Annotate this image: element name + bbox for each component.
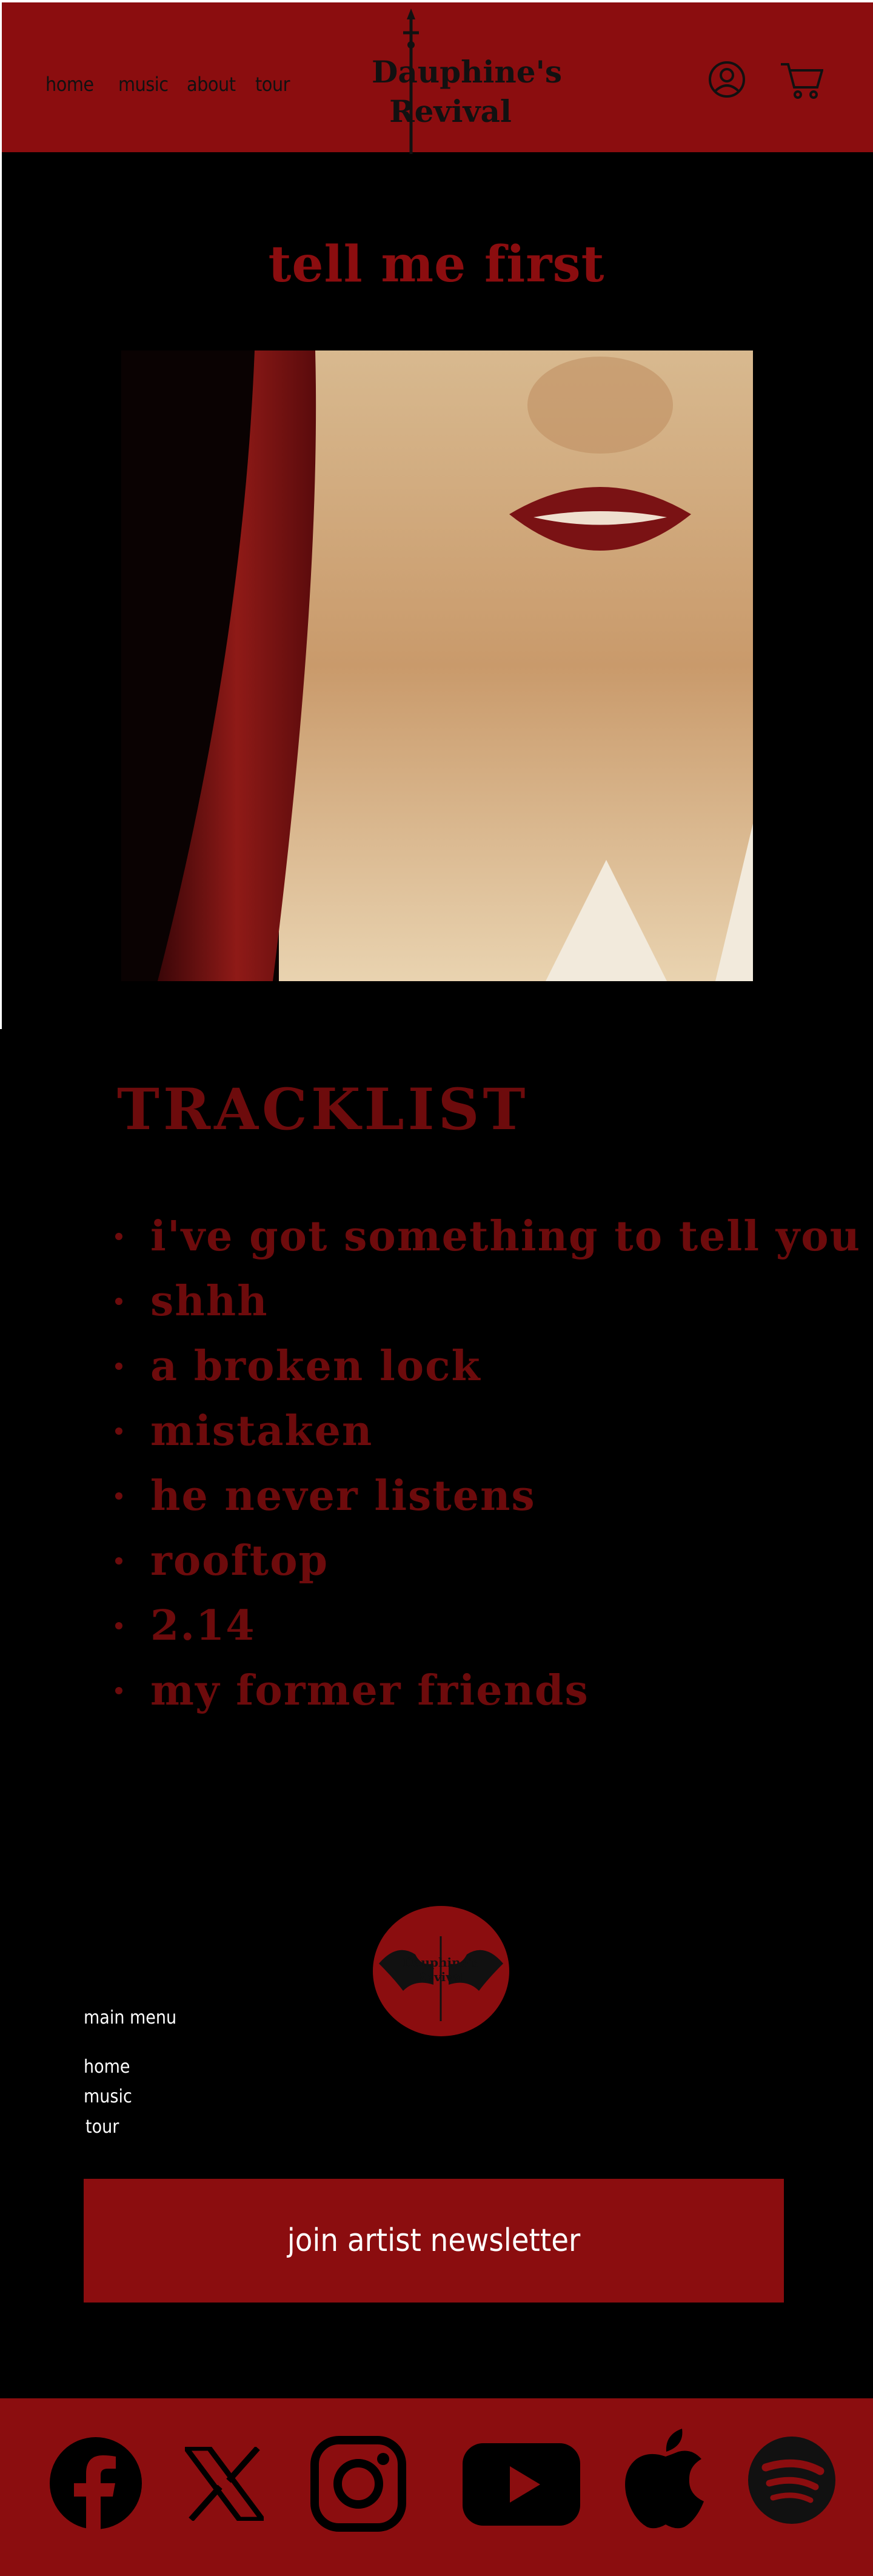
cart-button[interactable]: [780, 61, 824, 102]
tracklist: i've got something to tell you shhh a br…: [109, 1204, 861, 1723]
instagram-link[interactable]: [310, 2436, 406, 2534]
logo-text-line1: Dauphine's: [372, 54, 563, 90]
spotify-link[interactable]: [748, 2436, 836, 2527]
nav-home-link[interactable]: home: [45, 73, 94, 96]
bullet-icon: [115, 1232, 122, 1240]
shopping-cart-icon: [781, 63, 824, 99]
track-item[interactable]: 2.14: [109, 1593, 861, 1658]
user-circle-icon: [709, 61, 745, 98]
apple-link[interactable]: [621, 2427, 710, 2532]
bullet-icon: [115, 1557, 122, 1565]
x-link[interactable]: [181, 2445, 268, 2523]
spotify-icon: [748, 2437, 835, 2524]
footer-home-link[interactable]: home: [84, 2056, 130, 2078]
album-title: tell me first: [268, 235, 605, 293]
footer-logo-line2: Revival: [416, 1970, 466, 1984]
track-title: mistaken: [150, 1406, 373, 1455]
bullet-icon: [115, 1427, 122, 1435]
site-logo[interactable]: Dauphine's Revival: [372, 8, 563, 154]
nav-music-link[interactable]: music: [118, 73, 169, 96]
track-title: i've got something to tell you: [150, 1212, 861, 1261]
site-header: home music about tour Dauphine's Revival: [0, 0, 873, 154]
bullet-icon: [115, 1686, 122, 1694]
youtube-link[interactable]: [463, 2443, 580, 2528]
track-item[interactable]: rooftop: [109, 1528, 861, 1593]
footer-logo-line1: Dauphine's: [403, 1955, 479, 1970]
track-title: a broken lock: [150, 1341, 481, 1390]
track-item[interactable]: mistaken: [109, 1398, 861, 1463]
account-button[interactable]: [708, 61, 746, 101]
bullet-icon: [115, 1362, 122, 1370]
track-item[interactable]: he never listens: [109, 1463, 861, 1528]
track-item[interactable]: shhh: [109, 1269, 861, 1333]
bullet-icon: [115, 1622, 122, 1629]
bat-wings-logo-icon: Dauphine's Revival: [379, 1936, 503, 2021]
youtube-icon: [463, 2443, 580, 2526]
track-title: shhh: [150, 1276, 269, 1326]
bullet-icon: [115, 1297, 122, 1305]
facebook-link[interactable]: [48, 2436, 143, 2533]
track-title: 2.14: [150, 1601, 256, 1650]
facebook-icon: [50, 2437, 142, 2531]
footer-logo[interactable]: Dauphine's Revival: [373, 1906, 509, 2036]
footer-music-link[interactable]: music: [84, 2086, 132, 2107]
album-cover-image: [121, 351, 753, 981]
track-item[interactable]: i've got something to tell you: [109, 1204, 861, 1269]
tracklist-heading: TRACKLIST: [117, 1076, 529, 1143]
track-item[interactable]: my former friends: [109, 1658, 861, 1723]
track-title: he never listens: [150, 1471, 536, 1520]
footer-tour-link[interactable]: tour: [85, 2116, 119, 2138]
bullet-icon: [115, 1492, 122, 1500]
x-icon: [181, 2445, 268, 2523]
track-item[interactable]: a broken lock: [109, 1333, 861, 1398]
instagram-icon: [310, 2436, 406, 2532]
logo-text-line2: Revival: [389, 93, 512, 129]
track-title: rooftop: [150, 1536, 329, 1585]
social-bar: [0, 2398, 873, 2576]
footer-menu-heading: main menu: [84, 2007, 177, 2028]
nav-tour-link[interactable]: tour: [255, 73, 290, 96]
track-title: my former friends: [150, 1666, 589, 1715]
nav-about-link[interactable]: about: [187, 73, 236, 96]
join-newsletter-button[interactable]: join artist newsletter: [84, 2179, 784, 2303]
apple-icon: [625, 2429, 704, 2529]
